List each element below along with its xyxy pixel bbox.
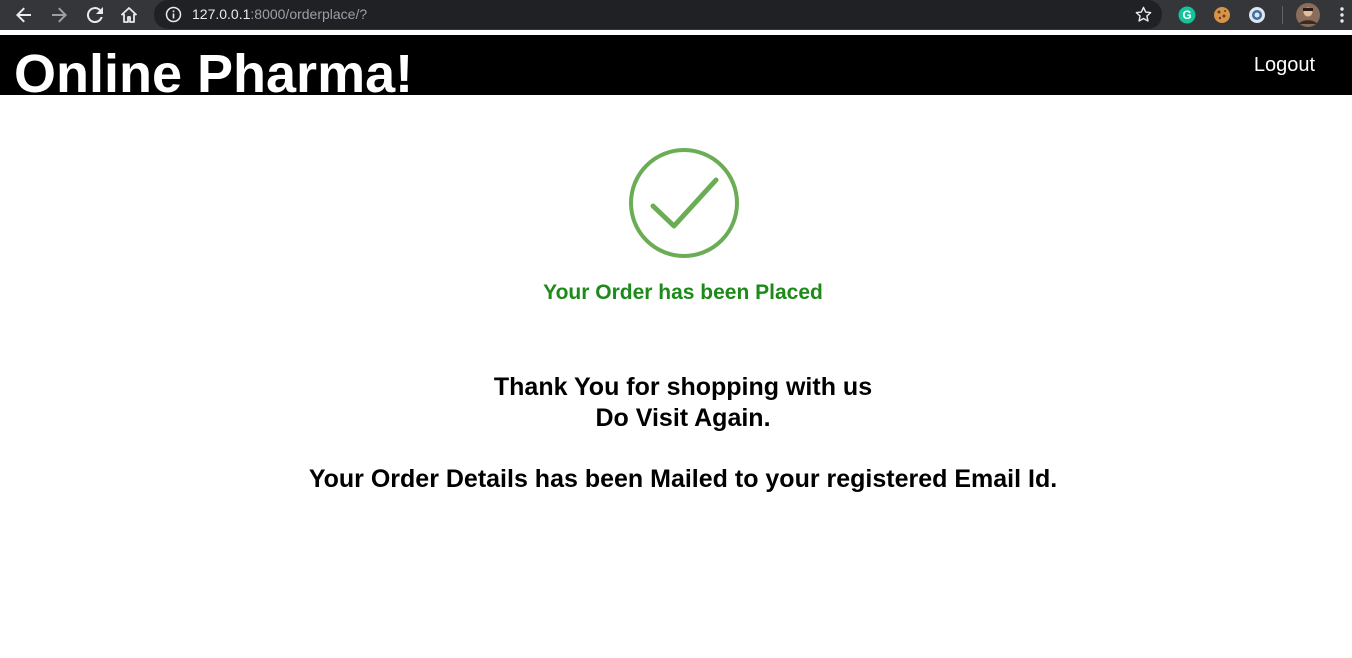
- url-host: 127.0.0.1: [192, 6, 251, 22]
- menu-dots-icon[interactable]: [1332, 5, 1352, 25]
- thank-you-line: Thank You for shopping with us: [493, 373, 873, 401]
- site-header: Online Pharma! Logout: [0, 35, 1352, 103]
- logout-link[interactable]: Logout: [1254, 54, 1315, 76]
- info-icon[interactable]: [165, 6, 182, 23]
- thank-you-message: Thank You for shopping with us Do Visit …: [0, 372, 1352, 434]
- url-text[interactable]: 127.0.0.1:8000/orderplace/?: [192, 6, 367, 23]
- checkmark-circle-icon: [628, 147, 740, 259]
- cookie-extension-icon[interactable]: [1212, 5, 1232, 25]
- back-arrow-icon[interactable]: [12, 3, 36, 27]
- browser-toolbar: 127.0.0.1:8000/orderplace/? G: [0, 0, 1352, 30]
- address-bar[interactable]: 127.0.0.1:8000/orderplace/?: [154, 0, 1162, 29]
- order-placed-message: Your Order has been Placed: [543, 281, 823, 304]
- site-title[interactable]: Online Pharma!: [14, 45, 413, 103]
- url-path: :8000/orderplace/?: [250, 6, 368, 22]
- forward-arrow-icon[interactable]: [47, 3, 71, 27]
- profile-avatar-icon[interactable]: [1296, 3, 1320, 27]
- toolbar-divider: [1282, 6, 1283, 24]
- bookmark-star-icon[interactable]: [1134, 5, 1153, 24]
- reload-icon[interactable]: [83, 3, 107, 27]
- grammarly-extension-icon[interactable]: G: [1177, 5, 1197, 25]
- svg-text:G: G: [1182, 8, 1191, 22]
- order-mailed-message: Your Order Details has been Mailed to yo…: [308, 465, 1058, 493]
- visit-again-line: Do Visit Again.: [595, 404, 771, 432]
- home-icon[interactable]: [117, 3, 141, 27]
- extension-icon[interactable]: [1247, 5, 1267, 25]
